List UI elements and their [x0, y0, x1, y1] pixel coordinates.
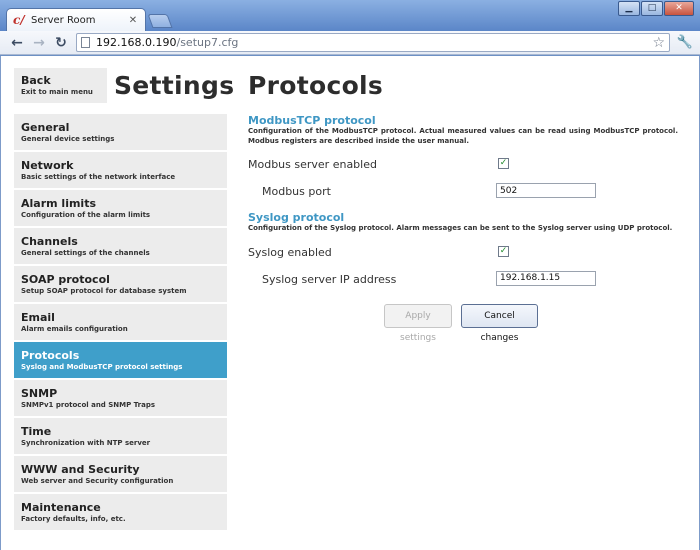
- browser-titlebar: c/ Server Room ✕ ▁ □ ✕: [0, 0, 700, 31]
- syslog-section-desc: Configuration of the Syslog protocol. Al…: [248, 224, 673, 232]
- cancel-changes-button[interactable]: Cancel changes: [461, 303, 538, 343]
- sidebar-item-sub: Configuration of the alarm limits: [21, 211, 151, 219]
- window-close-icon[interactable]: ✕: [664, 1, 694, 16]
- bookmark-star-icon[interactable]: ☆: [652, 35, 665, 51]
- syslog-enabled-checkbox[interactable]: ✓: [498, 245, 509, 257]
- sidebar-item-sub: Syslog and ModbusTCP protocol settings: [21, 363, 183, 371]
- sidebar-item-maintenance[interactable]: Maintenance Factory defaults, info, etc.: [14, 494, 227, 530]
- sidebar-item-label: Channels: [21, 235, 78, 248]
- back-label: Back: [21, 74, 51, 87]
- sidebar-item-label: Alarm limits: [21, 197, 97, 210]
- syslog-ip-label: Syslog server IP address: [262, 272, 397, 286]
- modbus-section-title: ModbusTCP protocol: [248, 114, 376, 127]
- sidebar-item-network[interactable]: Network Basic settings of the network in…: [14, 152, 227, 188]
- sidebar-item-label: General: [21, 121, 70, 134]
- sidebar-item-sub: Setup SOAP protocol for database system: [21, 287, 187, 295]
- sidebar-item-snmp[interactable]: SNMP SNMPv1 protocol and SNMP Traps: [14, 380, 227, 416]
- page-title: Protocols: [248, 71, 384, 100]
- check-icon: ✓: [499, 158, 508, 168]
- url-host: 192.168.0.190: [96, 36, 177, 49]
- modbus-enabled-label: Modbus server enabled: [248, 158, 377, 171]
- syslog-enabled-row: Syslog enabled ✓: [248, 240, 678, 267]
- sidebar-item-sub: General settings of the channels: [21, 249, 150, 257]
- sidebar-item-label: Maintenance: [21, 501, 101, 514]
- settings-form: ModbusTCP protocol Configuration of the …: [248, 114, 678, 343]
- sidebar-item-soap-protocol[interactable]: SOAP protocol Setup SOAP protocol for da…: [14, 266, 227, 302]
- modbus-enabled-checkbox[interactable]: ✓: [498, 158, 509, 169]
- sidebar-item-label: Network: [21, 159, 74, 172]
- browser-tab[interactable]: c/ Server Room ✕: [6, 8, 146, 31]
- maximize-icon[interactable]: □: [641, 1, 663, 16]
- favicon-icon: c/: [13, 13, 25, 27]
- sidebar-item-sub: Web server and Security configuration: [21, 477, 174, 485]
- modbus-section-desc: Configuration of the ModbusTCP protocol.…: [248, 127, 678, 145]
- sidebar-item-label: SNMP: [21, 387, 58, 400]
- tab-close-icon[interactable]: ✕: [127, 15, 139, 26]
- sidebar-item-channels[interactable]: Channels General settings of the channel…: [14, 228, 227, 264]
- syslog-section-title: Syslog protocol: [248, 211, 345, 224]
- modbus-port-input[interactable]: [496, 183, 596, 198]
- sidebar-item-label: Protocols: [21, 349, 80, 362]
- sidebar-item-www-security[interactable]: WWW and Security Web server and Security…: [14, 456, 227, 492]
- sidebar-item-protocols[interactable]: Protocols Syslog and ModbusTCP protocol …: [14, 342, 227, 378]
- apply-settings-button[interactable]: Apply settings: [384, 303, 452, 343]
- syslog-ip-row: Syslog server IP address: [248, 267, 678, 294]
- modbus-port-row: Modbus port: [248, 179, 678, 206]
- sidebar: General General device settings Network …: [14, 114, 227, 532]
- sidebar-item-time[interactable]: Time Synchronization with NTP server: [14, 418, 227, 454]
- modbus-port-label: Modbus port: [262, 185, 331, 198]
- reload-icon[interactable]: ↻: [50, 35, 72, 51]
- settings-title: Settings: [114, 71, 235, 100]
- page-viewport: Back Exit to main menu Settings Protocol…: [0, 56, 700, 550]
- browser-toolbar: ← → ↻ 192.168.0.190/setup7.cfg ☆ 🔧: [0, 31, 700, 55]
- minimize-icon[interactable]: ▁: [618, 1, 640, 16]
- syslog-ip-input[interactable]: [496, 270, 596, 286]
- form-buttons: Apply settings Cancel changes: [248, 303, 678, 343]
- syslog-enabled-label: Syslog enabled: [248, 245, 332, 259]
- sidebar-item-sub: General device settings: [21, 135, 115, 143]
- sidebar-item-label: WWW and Security: [21, 463, 140, 476]
- new-tab-button[interactable]: [147, 14, 173, 28]
- wrench-menu-icon[interactable]: 🔧: [676, 35, 694, 50]
- modbus-enabled-row: Modbus server enabled ✓: [248, 152, 678, 179]
- sidebar-item-label: Time: [21, 425, 52, 438]
- back-arrow-icon[interactable]: ←: [6, 35, 28, 51]
- sidebar-item-email[interactable]: Email Alarm emails configuration: [14, 304, 227, 340]
- check-icon: ✓: [499, 245, 508, 256]
- sidebar-item-sub: Alarm emails configuration: [21, 325, 128, 333]
- sidebar-item-label: Email: [21, 311, 55, 324]
- sidebar-item-label: SOAP protocol: [21, 273, 110, 286]
- url-path: /setup7.cfg: [176, 36, 239, 49]
- page-icon: [81, 37, 90, 48]
- sidebar-item-general[interactable]: General General device settings: [14, 114, 227, 150]
- sidebar-item-sub: Synchronization with NTP server: [21, 439, 151, 447]
- back-button[interactable]: Back Exit to main menu: [14, 68, 107, 103]
- back-sub: Exit to main menu: [21, 88, 93, 96]
- sidebar-item-sub: Factory defaults, info, etc.: [21, 515, 126, 523]
- sidebar-item-sub: Basic settings of the network interface: [21, 173, 176, 181]
- sidebar-item-sub: SNMPv1 protocol and SNMP Traps: [21, 401, 156, 409]
- tab-title: Server Room: [31, 14, 96, 26]
- address-bar[interactable]: 192.168.0.190/setup7.cfg ☆: [76, 33, 670, 52]
- forward-arrow-icon[interactable]: →: [28, 35, 50, 51]
- sidebar-item-alarm-limits[interactable]: Alarm limits Configuration of the alarm …: [14, 190, 227, 226]
- window-controls: ▁ □ ✕: [617, 1, 694, 16]
